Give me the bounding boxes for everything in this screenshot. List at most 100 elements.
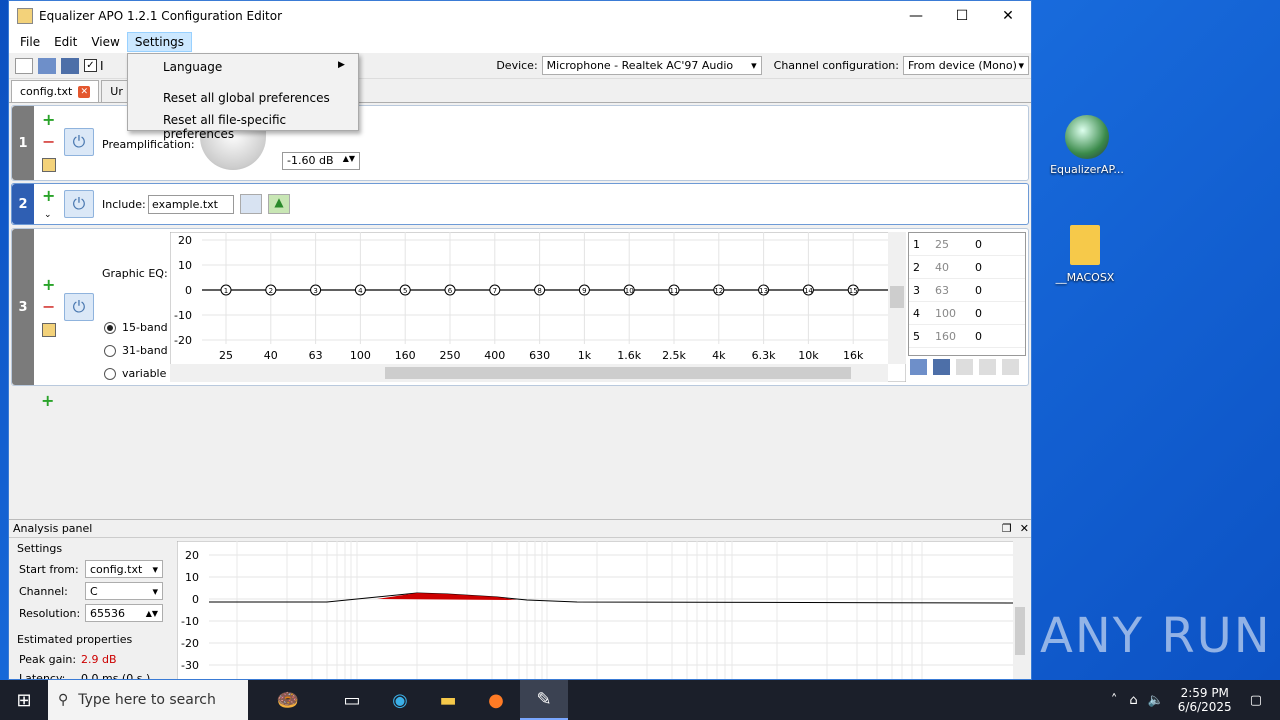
eq-table-row[interactable]: 3 63 0 (909, 279, 1025, 302)
tab-config[interactable]: config.txt ✕ (11, 80, 100, 102)
eq-table-row[interactable]: 5 160 0 (909, 325, 1025, 348)
chevron-up-icon[interactable]: ˄ (1111, 693, 1118, 708)
eq-hscroll-thumb[interactable] (385, 367, 851, 379)
add-icon[interactable]: + (42, 186, 55, 205)
desktop-icon-macosx[interactable]: __MACOSX (1040, 225, 1130, 284)
instant-mode-checkbox[interactable]: ✓ (84, 59, 97, 72)
open-folder-icon[interactable] (240, 194, 262, 214)
desktop-icon-equalizer[interactable]: EqualizerAP... (1042, 115, 1132, 176)
power-toggle[interactable]: ⏻ (64, 190, 94, 218)
eq-table-row[interactable]: 2 40 0 (909, 256, 1025, 279)
eq-table-cell[interactable]: 0 (971, 307, 1011, 320)
close-tab-icon[interactable]: ✕ (78, 85, 91, 98)
analysis-vscroll-thumb[interactable] (1015, 607, 1025, 655)
power-toggle[interactable]: ⏻ (64, 128, 94, 156)
eq-table-cell[interactable]: 4 (909, 307, 931, 320)
latency-label: Latency: (19, 672, 66, 680)
resolution-value: 65536 (90, 606, 125, 620)
menu-file[interactable]: File (13, 33, 47, 51)
minimize-button[interactable]: — (893, 1, 939, 31)
start-button[interactable]: ⊞ (0, 680, 48, 720)
power-toggle[interactable]: ⏻ (64, 293, 94, 321)
device-select[interactable]: Microphone - Realtek AC'97 Audio ▾ (541, 56, 762, 75)
resolution-spinbox[interactable]: 65536 ▲▼ (85, 604, 163, 622)
eq-table-cell[interactable]: 3 (909, 284, 931, 297)
file-explorer-icon[interactable]: ▬ (424, 680, 472, 720)
menu-item-language[interactable]: Language (163, 60, 222, 74)
eq-table-cell[interactable]: 160 (931, 330, 971, 343)
volume-icon[interactable]: 🔈 (1148, 693, 1164, 708)
eq-table-cell[interactable]: 0 (971, 261, 1011, 274)
menu-edit[interactable]: Edit (47, 33, 84, 51)
eq-x-tick: 40 (264, 349, 278, 362)
save-icon[interactable] (933, 359, 950, 375)
menu-view[interactable]: View (84, 33, 126, 51)
start-from-select[interactable]: config.txt ▾ (85, 560, 163, 578)
edit-icon[interactable] (42, 323, 56, 337)
spin-icon[interactable]: ▲▼ (146, 609, 158, 618)
open-icon[interactable] (910, 359, 927, 375)
remove-icon[interactable]: − (42, 132, 55, 151)
close-button[interactable]: ✕ (985, 1, 1031, 31)
add-icon[interactable]: + (42, 110, 55, 129)
eq-table-cell[interactable]: 0 (971, 284, 1011, 297)
eq-table-cell[interactable]: 40 (931, 261, 971, 274)
radio-label: variable (122, 367, 167, 380)
radio-31-band[interactable]: 31-band (104, 344, 168, 357)
eq-table-row[interactable]: 1 25 0 (909, 233, 1025, 256)
expand-icon[interactable]: ⌄ (44, 210, 52, 220)
radio-variable[interactable]: variable (104, 367, 166, 380)
add-icon[interactable]: + (42, 275, 55, 294)
eq-band-table[interactable]: 1 25 0 2 40 0 3 63 0 4 100 0 5 160 0 (908, 232, 1026, 356)
firefox-icon[interactable]: ● (472, 680, 520, 720)
menu-item-reset-global[interactable]: Reset all global preferences (163, 91, 330, 105)
preamp-spinbox[interactable]: -1.60 dB ▲▼ (282, 152, 360, 170)
chevron-down-icon: ▾ (152, 562, 158, 576)
eq-table-cell[interactable]: 100 (931, 307, 971, 320)
edit-icon[interactable] (42, 158, 56, 172)
save-file-icon[interactable] (61, 57, 79, 74)
channel-config-select[interactable]: From device (Mono) ▾ (903, 56, 1029, 75)
go-up-icon[interactable]: ▲ (268, 194, 290, 214)
eq-vscroll-thumb[interactable] (890, 286, 904, 308)
eq-table-cell[interactable]: 5 (909, 330, 931, 343)
channel-select[interactable]: C ▾ (85, 582, 163, 600)
eq-band-node-label: 15 (849, 287, 858, 295)
maximize-button[interactable]: ☐ (939, 1, 985, 31)
float-icon[interactable]: ❐ (1002, 522, 1012, 535)
remove-icon[interactable]: − (42, 297, 55, 316)
invert-icon[interactable] (956, 359, 973, 375)
notification-icon[interactable]: ▢ (1250, 693, 1262, 708)
add-filter-icon[interactable]: + (41, 391, 54, 410)
network-icon[interactable]: ⌂ (1129, 693, 1137, 708)
edge-icon[interactable]: ◉ (376, 680, 424, 720)
eq-table-cell[interactable]: 2 (909, 261, 931, 274)
eq-table-row[interactable]: 4 100 0 (909, 302, 1025, 325)
start-from-value: config.txt (90, 562, 143, 576)
close-panel-icon[interactable]: ✕ (1020, 522, 1029, 535)
eq-table-cell[interactable]: 1 (909, 238, 931, 251)
eq-table-cell[interactable]: 63 (931, 284, 971, 297)
search-highlight-icon[interactable]: 🍩 (248, 680, 328, 720)
taskbar-search[interactable]: ⚲ Type here to search (48, 680, 248, 720)
normalize-icon[interactable] (979, 359, 996, 375)
clock[interactable]: 2:59 PM 6/6/2025 (1178, 686, 1232, 714)
reset-icon[interactable] (1002, 359, 1019, 375)
equalizer-taskbar-icon[interactable]: ✎ (520, 680, 568, 720)
menu-settings[interactable]: Settings (126, 32, 193, 52)
include-field[interactable]: example.txt (148, 195, 234, 214)
eq-table-cell[interactable]: 0 (971, 330, 1011, 343)
eq-table-cell[interactable]: 25 (931, 238, 971, 251)
include-label: Include: (102, 198, 146, 211)
eq-table-cell[interactable]: 0 (971, 238, 1011, 251)
open-file-icon[interactable] (38, 57, 56, 74)
eq-y-tick: -10 (174, 309, 192, 322)
task-view-icon[interactable]: ▭ (328, 680, 376, 720)
radio-15-band[interactable]: 15-band (104, 321, 168, 334)
desktop-icon-label: __MACOSX (1055, 271, 1115, 284)
graphic-eq-chart[interactable]: 20100-10-2025 40 63 100 160 250 400 630 1k 1.6k 2.… (170, 232, 906, 382)
spin-icon[interactable]: ▲▼ (343, 154, 355, 168)
new-file-icon[interactable] (15, 57, 33, 74)
menu-item-reset-file[interactable]: Reset all file-specific preferences (163, 113, 358, 141)
eq-x-tick: 16k (843, 349, 864, 362)
